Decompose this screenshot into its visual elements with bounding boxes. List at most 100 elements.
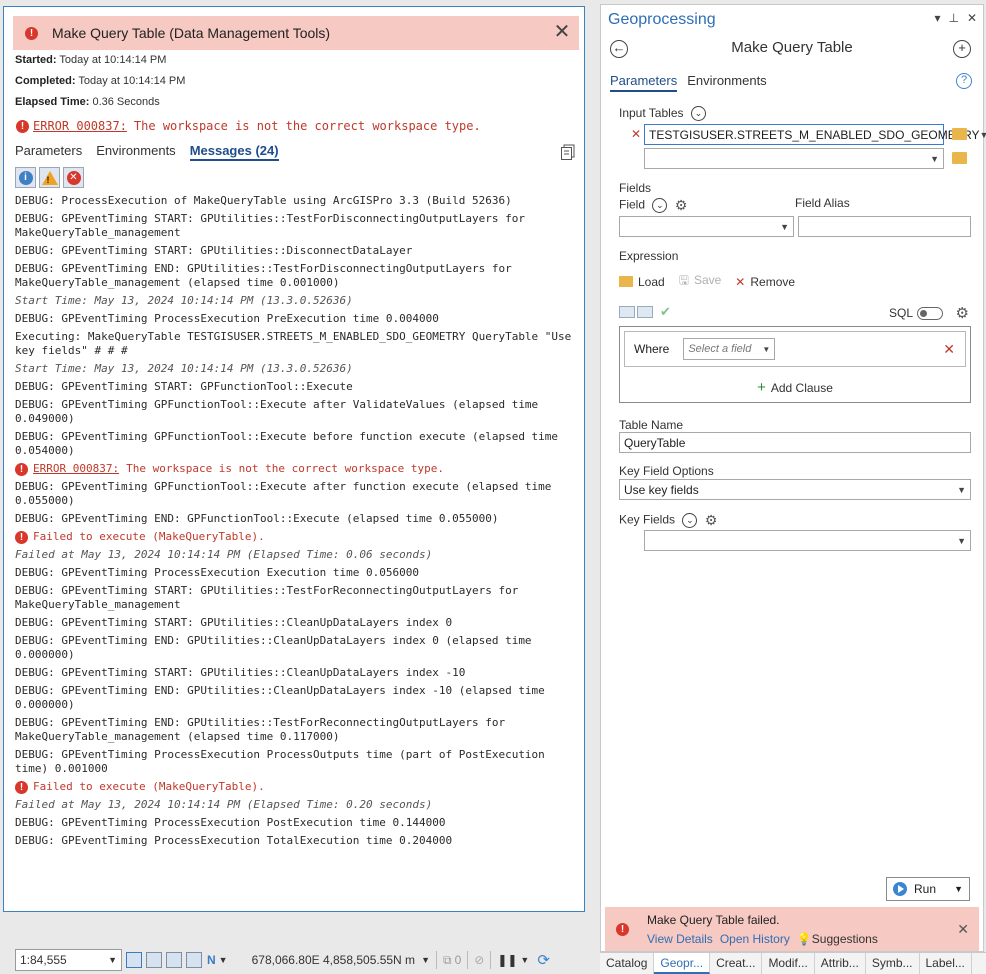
open-history-link[interactable]: Open History [720, 932, 790, 946]
key-fields-select[interactable]: ▼ [644, 530, 971, 551]
filter-warning-button[interactable]: ! [39, 167, 60, 188]
remove-clause-icon[interactable]: ✕ [943, 341, 955, 358]
sql-row: ✔ SQL ⚙ [619, 304, 971, 322]
chevron-down-icon[interactable]: ⌄ [652, 198, 668, 213]
where-field-select[interactable]: Select a field ▼ [683, 338, 776, 360]
remove-button[interactable]: ✕ Remove [735, 275, 795, 289]
completed-value: Today at 10:14:14 PM [78, 75, 186, 87]
grid-icon[interactable] [146, 952, 162, 968]
key-fields-label: Key Fields [619, 512, 676, 527]
warning-icon: ! [41, 170, 58, 185]
tab-messages[interactable]: Messages (24) [189, 143, 279, 161]
suggestions-label: Suggestions [811, 932, 878, 946]
add-clause-button[interactable]: + Add Clause [620, 379, 970, 396]
field-select[interactable]: ▼ [619, 216, 794, 237]
pane-tab[interactable]: Attrib... [815, 953, 866, 974]
messages-list: DEBUG: ProcessExecution of MakeQueryTabl… [15, 194, 581, 852]
chevron-down-icon[interactable]: ▼ [954, 884, 963, 894]
sql-toggle[interactable] [917, 307, 943, 320]
input-table-value: TESTGISUSER.STREETS_M_ENABLED_SDO_GEOMET… [649, 127, 980, 142]
notice-links: View Details Open History 💡Suggestions [647, 932, 878, 946]
back-arrow-icon[interactable]: ← [610, 40, 628, 58]
fixed-scale-icon[interactable] [126, 952, 142, 968]
selected-count: 0 [454, 953, 462, 967]
gear-icon[interactable]: ⚙ [956, 304, 969, 322]
folder-icon[interactable] [952, 152, 967, 164]
filter-info-button[interactable]: i [15, 167, 36, 188]
message-line: DEBUG: GPEventTiming ProcessExecution Po… [15, 816, 446, 829]
verify-check-icon[interactable]: ✔ [660, 304, 671, 320]
error-code-link[interactable]: ERROR 000837: [33, 119, 127, 133]
filter-error-button[interactable]: ✕ [63, 167, 84, 188]
load-button[interactable]: Load [619, 275, 665, 289]
copy-icon[interactable] [560, 144, 576, 160]
expression-mode-icon[interactable] [637, 306, 653, 318]
save-label: Save [693, 273, 722, 287]
run-button[interactable]: Run ▼ [886, 877, 970, 901]
field-label: Field [619, 197, 646, 212]
clause-mode-icon[interactable] [619, 306, 635, 318]
tab-environments[interactable]: Environments [96, 143, 175, 161]
dialog-header: ! Make Query Table (Data Management Tool… [13, 16, 579, 50]
tab-parameters[interactable]: Parameters [610, 73, 678, 92]
pane-tab[interactable]: Modif... [762, 953, 815, 974]
error-code-link[interactable]: ERROR 000837: [33, 462, 119, 476]
error-icon: ✕ [66, 170, 81, 185]
geoprocessing-pane: Geoprocessing ▾ ⊥ ✕ Make Query Table ← +… [600, 4, 986, 952]
help-icon[interactable]: ? [956, 73, 972, 89]
scale-selector[interactable]: 1:84,555 ▼ [15, 949, 122, 971]
divider [490, 951, 492, 969]
message-line: DEBUG: GPEventTiming ProcessExecution Pr… [15, 312, 439, 325]
gear-icon[interactable]: ⚙ [675, 197, 688, 214]
chevron-down-icon[interactable]: ⌄ [690, 106, 706, 122]
chevron-down-icon[interactable]: ⌄ [682, 513, 698, 528]
tab-environments[interactable]: Environments [687, 73, 766, 92]
where-label: Where [634, 342, 670, 356]
completed-line: Completed: Today at 10:14:14 PM [15, 75, 185, 87]
clause-builder: Where Select a field ▼ ✕ + Add Clause [619, 326, 971, 403]
chevron-down-icon[interactable]: ▾ [934, 11, 940, 25]
chevron-down-icon[interactable]: ▼ [421, 955, 430, 965]
pin-icon[interactable]: ⊥ [948, 11, 958, 25]
error-message: ! ERROR 000837: The workspace is not the c… [15, 462, 581, 476]
close-icon[interactable]: ✕ [967, 11, 977, 25]
north-arrow-icon[interactable]: N [207, 953, 216, 967]
error-message: ! Failed to execute (MakeQueryTable). [15, 530, 581, 544]
pane-tab[interactable]: Creat... [710, 953, 763, 974]
message-line: DEBUG: GPEventTiming ProcessExecution Pr… [15, 748, 545, 775]
input-table-field[interactable]: TESTGISUSER.STREETS_M_ENABLED_SDO_GEOMET… [644, 124, 986, 145]
remove-row-icon[interactable]: ✕ [631, 127, 641, 141]
field-label-row: Field ⌄ ⚙ [619, 197, 687, 214]
completed-label: Completed: [15, 75, 76, 87]
pane-tab[interactable]: Geopr... [654, 953, 711, 974]
refresh-icon[interactable]: ⟳ [537, 951, 550, 969]
snapping-icon[interactable] [166, 952, 182, 968]
started-label: Started: [15, 54, 57, 66]
key-field-options-select[interactable]: Use key fields ▼ [619, 479, 971, 500]
view-details-link[interactable]: View Details [647, 932, 713, 946]
message-line: DEBUG: ProcessExecution of MakeQueryTabl… [15, 194, 512, 207]
chevron-down-icon[interactable]: ▼ [520, 955, 529, 965]
input-table-empty-field[interactable]: ▼ [644, 148, 944, 169]
divider [435, 951, 437, 969]
save-button[interactable]: 🖫 Save [679, 271, 722, 292]
folder-icon[interactable] [952, 128, 967, 140]
suggestions-link[interactable]: 💡Suggestions [797, 932, 878, 946]
tab-parameters[interactable]: Parameters [15, 143, 82, 161]
add-icon[interactable]: + [953, 40, 971, 58]
message-line: DEBUG: GPEventTiming ProcessExecution To… [15, 834, 453, 847]
coordinate-readout: 678,066.80E 4,858,505.55N m [251, 953, 416, 967]
pane-tab[interactable]: Catalog [600, 953, 655, 974]
notice-text: Make Query Table failed. [647, 913, 780, 927]
chevron-down-icon[interactable]: ▼ [219, 955, 228, 965]
close-icon[interactable]: ✕ [957, 921, 969, 938]
gear-icon[interactable]: ⚙ [705, 512, 718, 529]
selection-icon[interactable]: ⧉ [443, 953, 452, 968]
pause-drawing-icon[interactable]: ❚❚ [497, 953, 517, 967]
constraints-icon[interactable] [186, 952, 202, 968]
close-icon[interactable]: ✕ [551, 22, 573, 44]
pane-tab[interactable]: Label... [920, 953, 972, 974]
field-alias-input[interactable] [798, 216, 971, 237]
table-name-input[interactable]: QueryTable [619, 432, 971, 453]
pane-tab[interactable]: Symb... [866, 953, 920, 974]
